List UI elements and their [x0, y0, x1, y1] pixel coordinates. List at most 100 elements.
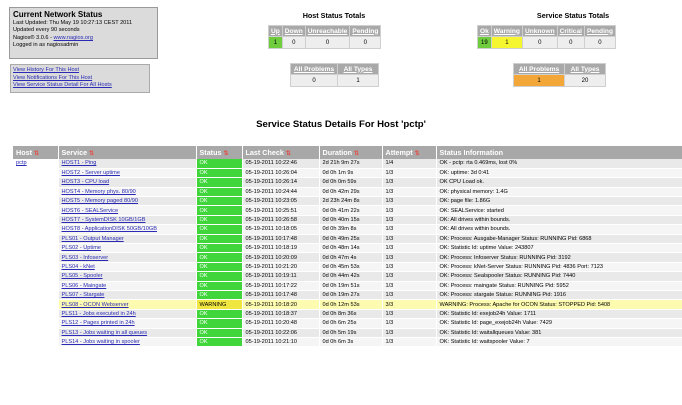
status-information-cell: OK: Process: Ausgabe-Manager Status: RUN…	[436, 234, 682, 245]
service-link[interactable]: PLS04 - kNet	[62, 264, 95, 270]
status-information-cell: OK: Statistic Id: waitspooler Value: 7	[436, 337, 682, 348]
status-cell: OK	[196, 271, 243, 282]
last-check-cell: 05-19-2011 10:22:06	[242, 328, 320, 338]
status-header-label: Status	[199, 148, 222, 157]
table-header-row: Host ⇅ Service ⇅ Status ⇅ Last Check ⇅ Durat…	[13, 146, 682, 159]
host-pending-count: 0	[350, 37, 381, 48]
sort-arrows-icon[interactable]: ⇅	[354, 151, 359, 157]
sort-arrows-icon[interactable]: ⇅	[223, 151, 228, 157]
service-link[interactable]: HOST7 - SystemDISK 10GB/1GB	[62, 217, 146, 223]
service-all-types-header[interactable]: All Types	[565, 64, 605, 74]
duration-column-header[interactable]: Duration ⇅	[319, 146, 383, 159]
service-link[interactable]: PLS12 - Pages printed in 24h	[62, 320, 135, 326]
status-information-cell: OK - pctp: rta 0.469ms, lost 0%	[436, 159, 682, 169]
service-link[interactable]: PLS06 - Maingate	[62, 283, 107, 289]
last-check-cell: 05-19-2011 10:26:04	[242, 168, 320, 179]
status-cell: OK	[196, 328, 243, 338]
service-link[interactable]: HOST3 - CPU load	[62, 179, 110, 185]
service-column-header[interactable]: Service ⇅	[58, 146, 197, 159]
notifications-link[interactable]: View Notifications For This Host	[13, 75, 92, 81]
service-unknown-count: 0	[522, 37, 557, 48]
host-totals-table: Up Down Unreachable Pending 1 0 0 0	[268, 25, 382, 49]
host-all-problems-count: 0	[291, 75, 337, 86]
logged-in: Logged in as nagiosadmin	[13, 42, 79, 49]
service-cell: HOST6 - SEALService	[58, 205, 197, 216]
host-cell	[13, 243, 59, 254]
duration-cell: 2d 21h 9m 27s	[319, 159, 383, 169]
page-title: Service Status Details For Host 'pctp'	[256, 119, 426, 130]
host-cell: pctp	[13, 159, 59, 169]
host-down-header[interactable]: Down	[282, 26, 305, 36]
host-up-header[interactable]: Up	[269, 26, 282, 36]
attempt-column-header[interactable]: Attempt ⇅	[382, 146, 437, 159]
sort-arrows-icon[interactable]: ⇅	[415, 151, 420, 157]
status-cell: OK	[196, 252, 243, 263]
duration-cell: 0d 0h 39m 8s	[319, 224, 383, 235]
sort-arrows-icon[interactable]: ⇅	[34, 151, 39, 157]
status-information-cell: OK: page file: 1.86G	[436, 196, 682, 207]
attempt-cell: 1/3	[382, 168, 437, 179]
service-ok-header[interactable]: Ok	[478, 26, 491, 36]
service-critical-header[interactable]: Critical	[557, 26, 584, 36]
service-totals-title: Service Status Totals	[536, 11, 610, 20]
status-cell: OK	[196, 281, 243, 291]
service-link[interactable]: PLS14 - Jobs waiting in spooler	[62, 339, 140, 345]
host-nav-links: View History For This Host View Notifica…	[10, 64, 150, 93]
service-link[interactable]: HOST8 - ApplicationDISK 50GB/10GB	[62, 226, 157, 232]
status-cell: OK	[196, 215, 243, 226]
host-all-types-header[interactable]: All Types	[338, 64, 378, 74]
service-link[interactable]: PLS08 - OCON Webserver	[62, 302, 129, 308]
service-cell: PLS14 - Jobs waiting in spooler	[58, 337, 197, 348]
host-unreachable-header[interactable]: Unreachable	[305, 26, 350, 36]
service-status-table: Host ⇅ Service ⇅ Status ⇅ Last Check ⇅ Durat…	[13, 146, 682, 348]
service-detail-link[interactable]: View Service Status Detail For All Hosts	[13, 82, 112, 88]
last-check-cell: 05-19-2011 10:20:48	[242, 318, 320, 329]
service-link[interactable]: HOST1 - Ping	[62, 160, 97, 166]
service-link[interactable]: HOST2 - Server uptime	[62, 170, 120, 176]
status-information-column-header: Status Information	[436, 146, 682, 159]
host-cell	[13, 299, 59, 310]
host-pending-header[interactable]: Pending	[350, 26, 381, 36]
host-all-problems-header[interactable]: All Problems	[291, 64, 337, 74]
status-cell: OK	[196, 337, 243, 348]
table-row: HOST4 - Memory phys. 80/90 OK 05-19-2011 1…	[13, 187, 682, 198]
service-link[interactable]: PLS13 - Jobs waiting in all queues	[62, 330, 148, 336]
service-link[interactable]: HOST4 - Memory phys. 80/90	[62, 189, 136, 195]
host-cell	[13, 187, 59, 198]
last-check-cell: 05-19-2011 10:18:19	[242, 243, 320, 254]
service-all-problems-header[interactable]: All Problems	[514, 64, 564, 74]
attempt-cell: 1/3	[382, 196, 437, 207]
duration-cell: 0d 0h 19m 51s	[319, 281, 383, 291]
service-cell: PLS01 - Output Manager	[58, 234, 197, 245]
service-link[interactable]: HOST5 - Memory paged 80/90	[62, 198, 138, 204]
status-column-header[interactable]: Status ⇅	[196, 146, 243, 159]
service-cell: PLS03 - Infoserver	[58, 252, 197, 263]
host-all-types-count: 1	[338, 75, 378, 86]
service-link[interactable]: HOST6 - SEALService	[62, 208, 119, 214]
service-link[interactable]: PLS11 - Jobs executed in 24h	[62, 311, 136, 317]
duration-cell: 0d 0h 8m 36s	[319, 309, 383, 320]
table-row: PLS08 - OCON Webserver WARNING 05-19-2011 …	[13, 299, 682, 310]
last-check-column-header[interactable]: Last Check ⇅	[242, 146, 320, 159]
service-link[interactable]: PLS03 - Infoserver	[62, 255, 109, 261]
service-pending-header[interactable]: Pending	[584, 26, 615, 36]
service-cell: HOST3 - CPU load	[58, 177, 197, 188]
service-link[interactable]: PLS01 - Output Manager	[62, 236, 124, 242]
service-link[interactable]: PLS02 - Uptime	[62, 245, 101, 251]
duration-cell: 0d 0h 40m 15s	[319, 215, 383, 226]
status-information-cell: OK CPU Load ok.	[436, 177, 682, 188]
nagios-link[interactable]: www.nagios.org	[54, 35, 94, 41]
history-link[interactable]: View History For This Host	[13, 67, 79, 73]
sort-arrows-icon[interactable]: ⇅	[286, 151, 291, 157]
host-link[interactable]: pctp	[16, 160, 27, 166]
service-cell: PLS04 - kNet	[58, 262, 197, 273]
service-warning-header[interactable]: Warning	[491, 26, 522, 36]
host-column-header[interactable]: Host ⇅	[13, 146, 59, 159]
service-unknown-header[interactable]: Unknown	[522, 26, 557, 36]
service-link[interactable]: PLS07 - Stargate	[62, 292, 105, 298]
attempt-cell: 1/3	[382, 243, 437, 254]
sort-arrows-icon[interactable]: ⇅	[89, 151, 94, 157]
status-box-title: Current Network Status	[13, 10, 103, 19]
service-link[interactable]: PLS05 - Spooler	[62, 273, 103, 279]
service-cell: PLS06 - Maingate	[58, 281, 197, 291]
